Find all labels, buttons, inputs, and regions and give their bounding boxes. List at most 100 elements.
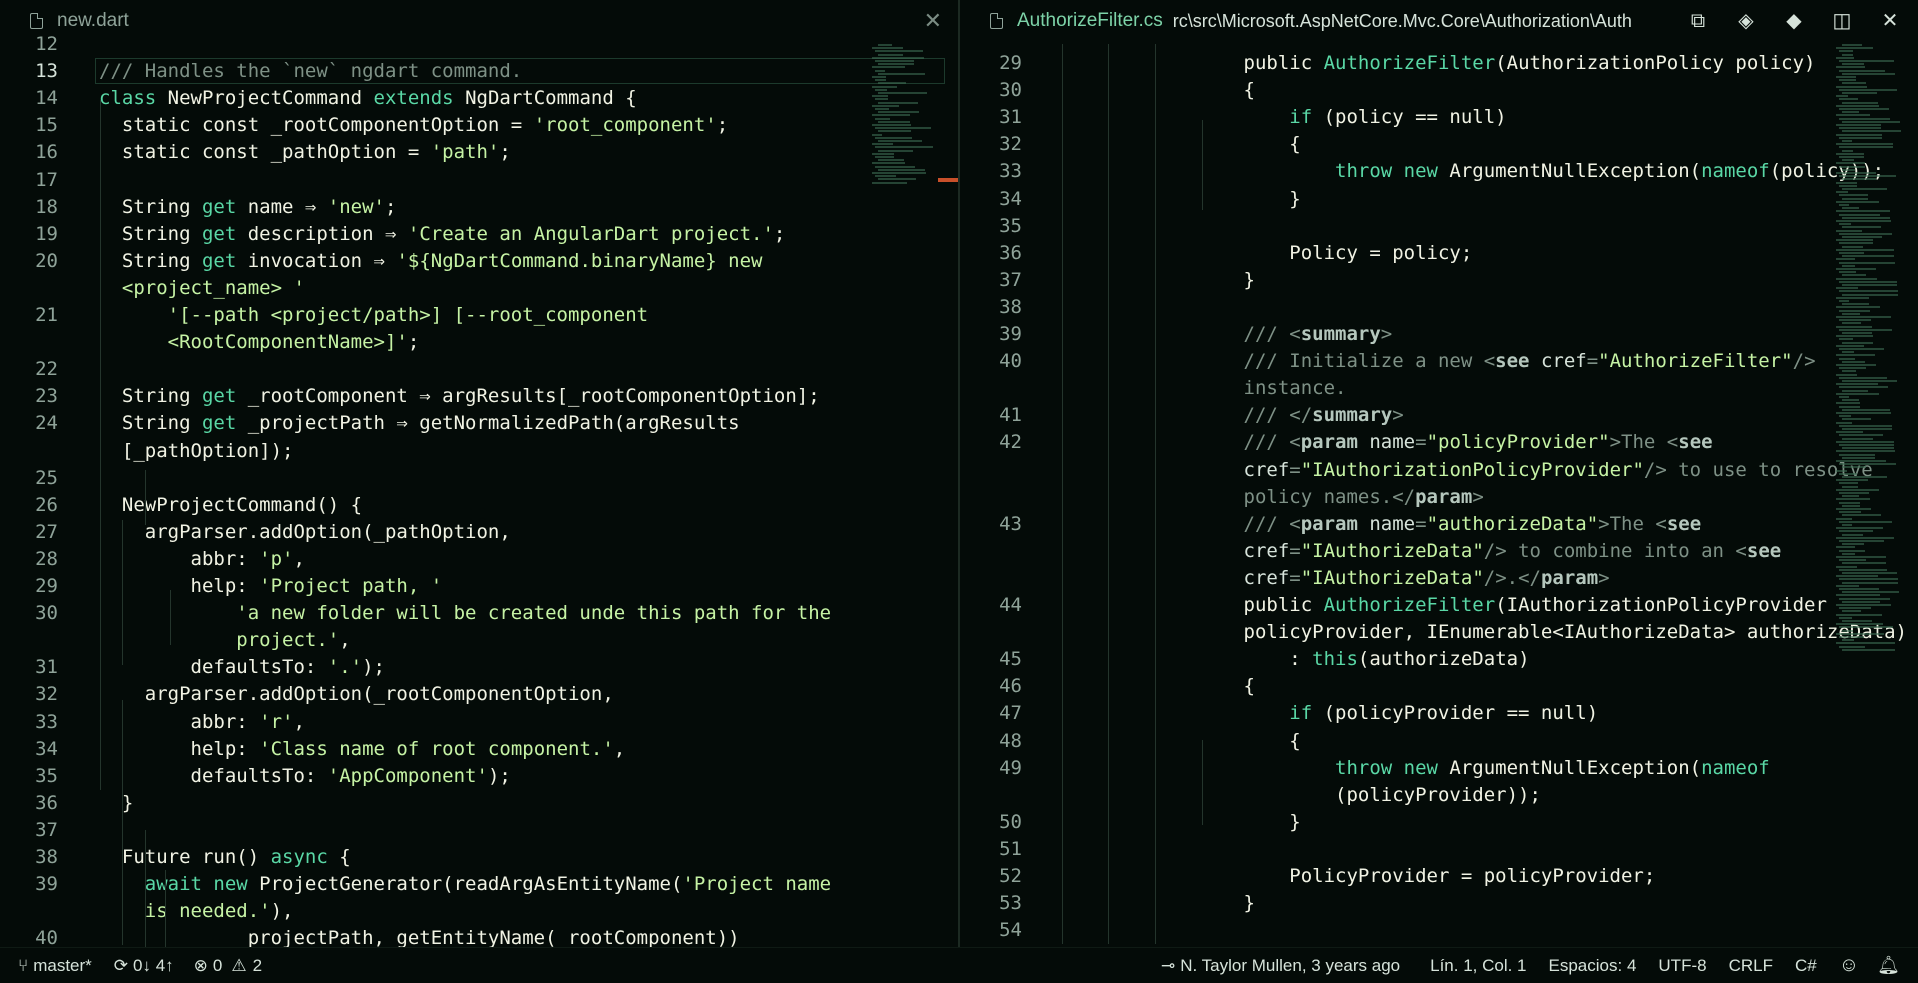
git-lens-icon[interactable]: ◈: [1730, 8, 1762, 34]
code-line[interactable]: cref="IAuthorizeData"/>.</param>: [960, 565, 1918, 592]
code-line[interactable]: 37: [0, 817, 958, 844]
split-editor-icon[interactable]: ◫: [1826, 8, 1858, 34]
tab-authorize-filter[interactable]: AuthorizeFilter.cs: [1017, 10, 1163, 32]
minimap-line: [1842, 72, 1895, 75]
code-line[interactable]: 15 static const _rootComponentOption = '…: [0, 112, 958, 139]
code-line[interactable]: 31 if (policy == null): [960, 104, 1918, 131]
code-line[interactable]: 22: [0, 356, 958, 383]
left-editor-pane[interactable]: new.dart ✕ 12 13/// Handles the `new` ngd…: [0, 0, 958, 947]
code-line[interactable]: 35 defaultsTo: 'AppComponent');: [0, 763, 958, 790]
code-line[interactable]: 53 }: [960, 890, 1918, 917]
code-line[interactable]: 30 {: [960, 77, 1918, 104]
code-line[interactable]: policy names.</param>: [960, 484, 1918, 511]
code-line[interactable]: 45 : this(authorizeData): [960, 646, 1918, 673]
problems-item[interactable]: ⊗ 0 ⚠ 2: [194, 956, 262, 976]
code-token: 'p': [259, 547, 294, 570]
end-of-line[interactable]: CRLF: [1729, 956, 1773, 976]
git-compare-icon[interactable]: ◆: [1778, 8, 1810, 34]
code-line[interactable]: 37 }: [960, 267, 1918, 294]
minimap[interactable]: [872, 44, 938, 194]
sync-item[interactable]: ⟳ 0↓ 4↑: [114, 956, 174, 976]
indentation[interactable]: Espacios: 4: [1549, 956, 1637, 976]
code-line[interactable]: 18 String get name ⇒ 'new';: [0, 194, 958, 221]
code-line[interactable]: 19 String get description ⇒ 'Create an A…: [0, 221, 958, 248]
code-line[interactable]: <project_name> ': [0, 275, 958, 302]
cursor-position[interactable]: Lín. 1, Col. 1: [1430, 956, 1526, 976]
code-line[interactable]: 36 Policy = policy;: [960, 240, 1918, 267]
code-line[interactable]: 34 help: 'Class name of root component.'…: [0, 736, 958, 763]
code-line[interactable]: policyProvider, IEnumerable<IAuthorizeDa…: [960, 619, 1918, 646]
code-line[interactable]: 26 NewProjectCommand() {: [0, 492, 958, 519]
code-line[interactable]: cref="IAuthorizationPolicyProvider"/> to…: [960, 457, 1918, 484]
minimap-line: [1839, 146, 1893, 149]
indent-guide: [1202, 740, 1203, 825]
code-line[interactable]: 24 String get _projectPath ⇒ getNormaliz…: [0, 410, 958, 437]
notifications-bell-icon[interactable]: 🔔︎: [1877, 955, 1900, 976]
code-line[interactable]: project.',: [0, 627, 958, 654]
code-line[interactable]: 41 /// </summary>: [960, 402, 1918, 429]
code-line[interactable]: 32 argParser.addOption(_rootComponentOpt…: [0, 681, 958, 708]
code-line[interactable]: 13 /// Handles the `new` ngdart command.: [0, 58, 958, 85]
feedback-smiley-icon[interactable]: ☺: [1839, 954, 1859, 977]
tab-new-dart[interactable]: new.dart: [57, 10, 129, 32]
code-token: defaultsTo:: [99, 764, 328, 787]
encoding[interactable]: UTF-8: [1658, 956, 1706, 976]
code-line[interactable]: 46 {: [960, 673, 1918, 700]
code-line[interactable]: 30 'a new folder will be created unde th…: [0, 600, 958, 627]
code-line[interactable]: 39 /// <summary>: [960, 321, 1918, 348]
code-token: is needed.': [99, 900, 271, 923]
code-line[interactable]: 27 argParser.addOption(_pathOption,: [0, 519, 958, 546]
code-line[interactable]: 42 /// <param name="policyProvider">The …: [960, 429, 1918, 456]
code-line[interactable]: 52 PolicyProvider = policyProvider;: [960, 863, 1918, 890]
close-icon[interactable]: ✕: [1874, 8, 1906, 34]
code-line[interactable]: 23 String get _rootComponent ⇒ argResult…: [0, 383, 958, 410]
code-line[interactable]: is needed.'),: [0, 898, 958, 925]
code-line[interactable]: 33 abbr: 'r',: [0, 709, 958, 736]
code-line[interactable]: 51: [960, 836, 1918, 863]
code-line[interactable]: 38: [960, 294, 1918, 321]
code-line[interactable]: <RootComponentName>]';: [0, 329, 958, 356]
blame-item[interactable]: ⊸ N. Taylor Mullen, 3 years ago: [1161, 956, 1400, 976]
code-line[interactable]: 20 String get invocation ⇒ '${NgDartComm…: [0, 248, 958, 275]
code-line[interactable]: 38 Future run() async {: [0, 844, 958, 871]
code-line[interactable]: 21 '[--path <project/path>] [--root_comp…: [0, 302, 958, 329]
code-line[interactable]: cref="IAuthorizeData"/> to combine into …: [960, 538, 1918, 565]
code-token: "authorizeData": [1426, 512, 1599, 535]
code-line[interactable]: [_pathOption]);: [0, 438, 958, 465]
code-line[interactable]: 48 {: [960, 728, 1918, 755]
code-line[interactable]: 16 static const _pathOption = 'path';: [0, 139, 958, 166]
code-line[interactable]: 29 public AuthorizeFilter(AuthorizationP…: [960, 50, 1918, 77]
code-line[interactable]: 25: [0, 465, 958, 492]
minimap[interactable]: [1836, 44, 1902, 664]
code-line[interactable]: (policyProvider));: [960, 782, 1918, 809]
code-line[interactable]: 31 defaultsTo: '.');: [0, 654, 958, 681]
code-line[interactable]: 29 help: 'Project path, ': [0, 573, 958, 600]
code-line[interactable]: 12: [0, 31, 958, 58]
code-line[interactable]: 32 {: [960, 131, 1918, 158]
code-line[interactable]: 33 throw new ArgumentNullException(nameo…: [960, 158, 1918, 185]
code-line[interactable]: 39 await new ProjectGenerator(readArgAsE…: [0, 871, 958, 898]
code-text: }: [1152, 809, 1300, 836]
code-line[interactable]: 47 if (policyProvider == null): [960, 700, 1918, 727]
code-line[interactable]: 50 }: [960, 809, 1918, 836]
code-line[interactable]: 49 throw new ArgumentNullException(nameo…: [960, 755, 1918, 782]
code-line[interactable]: instance.: [960, 375, 1918, 402]
open-changes-icon[interactable]: ⧉: [1682, 8, 1714, 34]
code-line[interactable]: 17: [0, 167, 958, 194]
code-line[interactable]: 43 /// <param name="authorizeData">The <…: [960, 511, 1918, 538]
code-line[interactable]: 34 }: [960, 186, 1918, 213]
right-editor-pane[interactable]: AuthorizeFilter.cs rc\src\Microsoft.AspN…: [960, 0, 1918, 947]
branch-item[interactable]: ⑂ master*: [18, 956, 92, 976]
code-line[interactable]: 40 /// Initialize a new <see cref="Autho…: [960, 348, 1918, 375]
code-line[interactable]: 54: [960, 917, 1918, 944]
code-line[interactable]: 36 }: [0, 790, 958, 817]
code-text: public AuthorizeFilter(IAuthorizationPol…: [1152, 592, 1827, 619]
minimap-line: [878, 44, 892, 46]
code-line[interactable]: 14 class NewProjectCommand extends NgDart…: [0, 85, 958, 112]
code-line[interactable]: 28 abbr: 'p',: [0, 546, 958, 573]
code-line[interactable]: 35: [960, 213, 1918, 240]
code-line[interactable]: 44 public AuthorizeFilter(IAuthorization…: [960, 592, 1918, 619]
minimap-line: [1839, 232, 1892, 235]
language-mode[interactable]: C#: [1795, 956, 1817, 976]
code-line[interactable]: 40 _projectPath, getEntityName(_rootComp…: [0, 925, 958, 947]
